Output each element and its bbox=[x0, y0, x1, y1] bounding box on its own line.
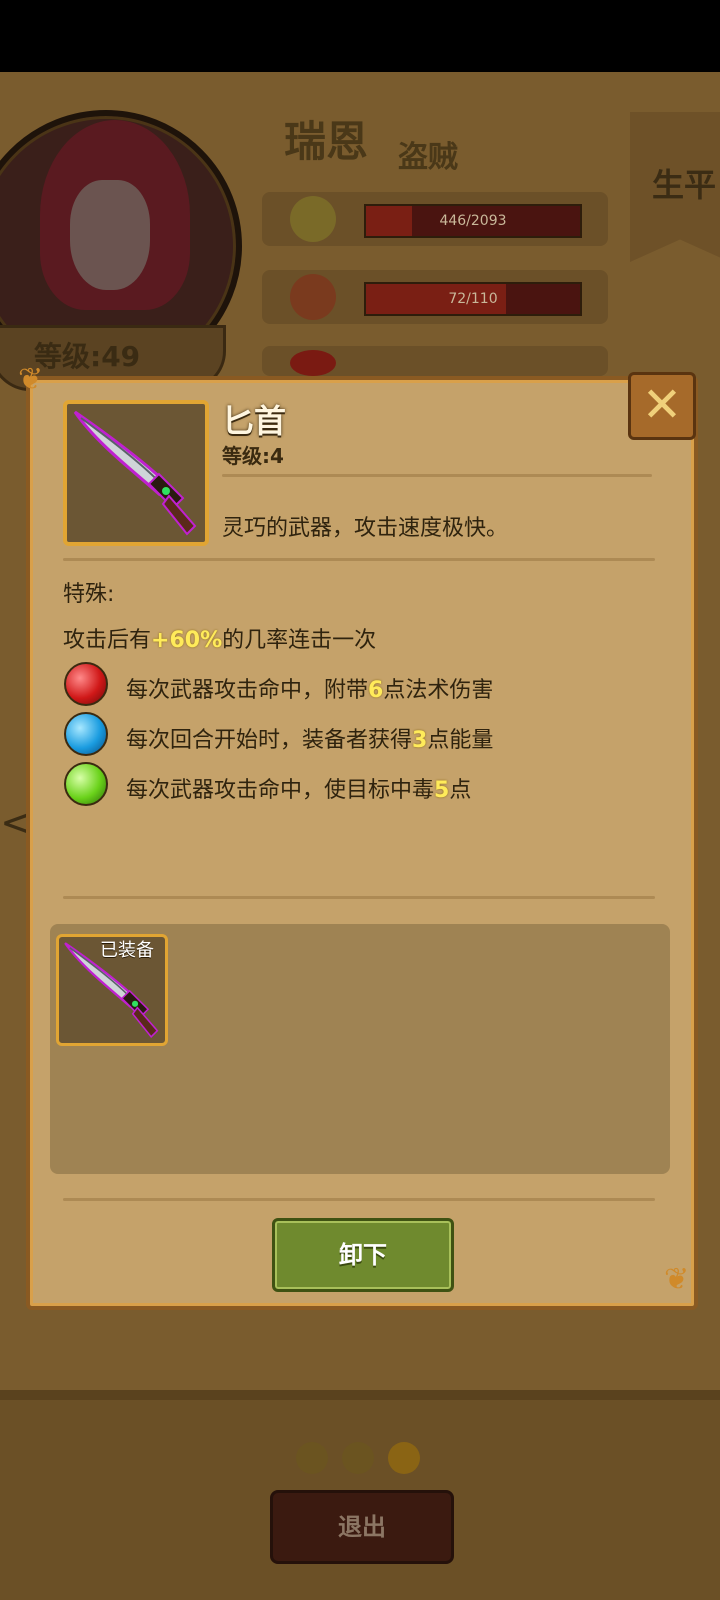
exp-text: 446/2093 bbox=[439, 213, 507, 229]
special-effect: 攻击后有+60%的几率连击一次 bbox=[63, 622, 376, 654]
divider bbox=[222, 474, 652, 477]
background-divider bbox=[0, 1390, 720, 1400]
blue-gem-icon bbox=[64, 712, 108, 756]
special-suffix: 的几率连击一次 bbox=[222, 628, 377, 653]
gem-effect-blue: 每次回合开始时，装备者获得3点能量 bbox=[126, 722, 493, 754]
status-bar bbox=[0, 0, 720, 72]
gem-value: 5 bbox=[434, 778, 450, 803]
special-prefix: 攻击后有 bbox=[63, 628, 152, 653]
hero-name: 瑞恩 bbox=[284, 117, 369, 166]
page-dot-active bbox=[388, 1442, 420, 1474]
special-value: +60% bbox=[151, 628, 223, 653]
gem-suffix: 点法术伤害 bbox=[383, 678, 494, 703]
special-label: 特殊: bbox=[63, 582, 115, 607]
item-level: 等级:4 bbox=[222, 444, 284, 468]
unequip-button-label: 卸下 bbox=[339, 1241, 387, 1269]
divider bbox=[63, 896, 655, 899]
hunger-text: 72/110 bbox=[448, 291, 498, 307]
divider bbox=[63, 1198, 655, 1201]
item-image bbox=[63, 400, 209, 546]
hero-class: 盗贼 bbox=[398, 140, 458, 175]
exit-button[interactable]: 退出 bbox=[270, 1490, 454, 1564]
gem-effect-green: 每次武器攻击命中，使目标中毒5点 bbox=[126, 772, 471, 804]
page-dot bbox=[342, 1442, 374, 1474]
close-button[interactable]: ✕ bbox=[628, 372, 696, 440]
item-description: 灵巧的武器，攻击速度极快。 bbox=[222, 516, 509, 541]
corner-ornament-icon: ❦ bbox=[18, 362, 44, 397]
item-title: 匕首 bbox=[222, 402, 287, 440]
gem-effect-red: 每次武器攻击命中，附带6点法术伤害 bbox=[126, 672, 493, 704]
hero-portrait-face bbox=[70, 180, 150, 290]
gem-suffix: 点能量 bbox=[427, 728, 494, 753]
close-icon: ✕ bbox=[641, 377, 683, 433]
gem-prefix: 每次武器攻击命中，使目标中毒 bbox=[126, 778, 435, 803]
stomach-icon bbox=[290, 274, 336, 320]
gem-value: 3 bbox=[412, 728, 428, 753]
red-gem-icon bbox=[64, 662, 108, 706]
gem-prefix: 每次回合开始时，装备者获得 bbox=[126, 728, 413, 753]
heart-icon bbox=[290, 350, 336, 376]
gem-suffix: 点 bbox=[449, 778, 472, 803]
dagger-icon bbox=[73, 410, 197, 536]
exp-bar: 446/2093 bbox=[364, 204, 582, 238]
hunger-bar: 72/110 bbox=[364, 282, 582, 316]
medal-icon bbox=[290, 196, 336, 242]
divider bbox=[63, 558, 655, 561]
page-dot bbox=[296, 1442, 328, 1474]
unequip-button[interactable]: 卸下 bbox=[272, 1218, 454, 1292]
left-arrow-icon[interactable]: < bbox=[0, 800, 34, 860]
gem-value: 6 bbox=[368, 678, 384, 703]
biography-tab-label: 生平 bbox=[652, 166, 717, 204]
equipped-label: 已装备 bbox=[100, 940, 154, 961]
gem-prefix: 每次武器攻击命中，附带 bbox=[126, 678, 369, 703]
green-gem-icon bbox=[64, 762, 108, 806]
corner-ornament-icon: ❦ bbox=[664, 1262, 690, 1297]
